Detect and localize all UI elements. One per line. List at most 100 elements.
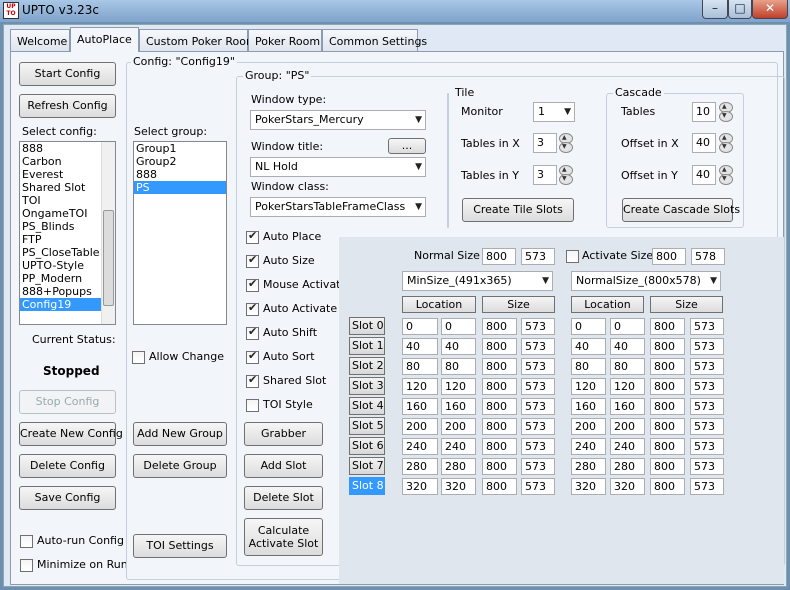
slot-ly-input[interactable]: 120 bbox=[441, 378, 476, 395]
slot-aly-input[interactable]: 160 bbox=[610, 398, 645, 415]
save-config-button[interactable]: Save Config bbox=[19, 486, 116, 510]
config-list-item[interactable]: FTP bbox=[20, 233, 101, 246]
slot-alx-input[interactable]: 120 bbox=[571, 378, 606, 395]
config-list-item[interactable]: TOI bbox=[20, 194, 101, 207]
slot-label[interactable]: Slot 1 bbox=[349, 337, 385, 355]
add-group-button[interactable]: Add New Group bbox=[133, 422, 227, 446]
group-list-item[interactable]: 888 bbox=[134, 168, 226, 181]
config-list-item[interactable]: Carbon bbox=[20, 155, 101, 168]
slot-ah-input[interactable]: 573 bbox=[690, 338, 724, 355]
group-list[interactable]: Group1 Group2 888 PS bbox=[133, 141, 227, 325]
slot-h-input[interactable]: 573 bbox=[521, 458, 555, 475]
delete-slot-button[interactable]: Delete Slot bbox=[244, 486, 323, 510]
slot-h-input[interactable]: 573 bbox=[521, 338, 555, 355]
minimize-button[interactable]: – bbox=[702, 0, 728, 19]
slot-aly-input[interactable]: 240 bbox=[610, 438, 645, 455]
slot-lx-input[interactable]: 240 bbox=[402, 438, 438, 455]
cascade-tables-input[interactable]: 10 bbox=[692, 102, 716, 122]
slot-ly-input[interactable]: 280 bbox=[441, 458, 476, 475]
option-checkbox[interactable] bbox=[246, 301, 259, 316]
window-type-select[interactable]: PokerStars_Mercury ▼ bbox=[250, 110, 426, 130]
slot-h-input[interactable]: 573 bbox=[521, 358, 555, 375]
slot-aly-input[interactable]: 40 bbox=[610, 338, 645, 355]
slot-w-input[interactable]: 800 bbox=[482, 418, 517, 435]
option-checkbox[interactable] bbox=[246, 325, 259, 340]
slot-alx-input[interactable]: 160 bbox=[571, 398, 606, 415]
slot-ah-input[interactable]: 573 bbox=[690, 358, 724, 375]
refresh-config-button[interactable]: Refresh Config bbox=[19, 94, 116, 118]
slot-ah-input[interactable]: 573 bbox=[690, 438, 724, 455]
option-checkbox[interactable] bbox=[246, 229, 259, 244]
slot-ly-input[interactable]: 240 bbox=[441, 438, 476, 455]
slot-lx-input[interactable]: 40 bbox=[402, 338, 438, 355]
slot-w-input[interactable]: 800 bbox=[482, 378, 517, 395]
option-checkbox[interactable] bbox=[246, 277, 259, 292]
delete-config-button[interactable]: Delete Config bbox=[19, 454, 116, 478]
slot-ly-input[interactable]: 0 bbox=[441, 318, 476, 335]
config-list-item[interactable]: Config19 bbox=[20, 298, 101, 311]
tables-in-y-spinner[interactable]: ▲ ▼ bbox=[558, 165, 573, 185]
tab-common-settings[interactable]: Common Settings bbox=[322, 29, 427, 51]
slot-h-input[interactable]: 573 bbox=[521, 378, 555, 395]
slot-label[interactable]: Slot 5 bbox=[349, 417, 385, 435]
group-list-item[interactable]: PS bbox=[134, 181, 226, 194]
slot-w-input[interactable]: 800 bbox=[482, 438, 517, 455]
slot-ly-input[interactable]: 320 bbox=[441, 478, 476, 495]
slot-label[interactable]: Slot 4 bbox=[349, 397, 385, 415]
slot-alx-input[interactable]: 40 bbox=[571, 338, 606, 355]
slot-label[interactable]: Slot 0 bbox=[349, 317, 385, 335]
minimize-on-run-checkbox[interactable] bbox=[20, 559, 33, 572]
delete-group-button[interactable]: Delete Group bbox=[133, 454, 227, 478]
create-cascade-slots-button[interactable]: Create Cascade Slots bbox=[622, 198, 740, 222]
slot-alx-input[interactable]: 0 bbox=[571, 318, 606, 335]
tab-custom-poker-room[interactable]: Custom Poker Room bbox=[139, 29, 257, 51]
slot-aw-input[interactable]: 800 bbox=[650, 338, 685, 355]
slot-alx-input[interactable]: 280 bbox=[571, 458, 606, 475]
normal-height-input[interactable]: 573 bbox=[521, 248, 555, 265]
config-list-scrollbar[interactable] bbox=[101, 142, 115, 324]
slot-ly-input[interactable]: 200 bbox=[441, 418, 476, 435]
monitor-select[interactable]: 1 ▼ bbox=[533, 102, 575, 122]
slot-label[interactable]: Slot 8 bbox=[349, 477, 385, 495]
group-list-item[interactable]: Group2 bbox=[134, 155, 226, 168]
slot-aly-input[interactable]: 320 bbox=[610, 478, 645, 495]
slot-aw-input[interactable]: 800 bbox=[650, 378, 685, 395]
slot-lx-input[interactable]: 0 bbox=[402, 318, 438, 335]
slot-w-input[interactable]: 800 bbox=[482, 338, 517, 355]
slot-aly-input[interactable]: 0 bbox=[610, 318, 645, 335]
tab-welcome[interactable]: Welcome bbox=[10, 29, 70, 51]
calculate-activate-slot-button[interactable]: Calculate Activate Slot bbox=[244, 518, 323, 556]
allow-change-checkbox[interactable] bbox=[132, 351, 145, 364]
slot-alx-input[interactable]: 320 bbox=[571, 478, 606, 495]
slot-h-input[interactable]: 573 bbox=[521, 318, 555, 335]
toi-settings-button[interactable]: TOI Settings bbox=[133, 534, 227, 558]
normal-width-input[interactable]: 800 bbox=[482, 248, 516, 265]
slot-aw-input[interactable]: 800 bbox=[650, 318, 685, 335]
slot-label[interactable]: Slot 6 bbox=[349, 437, 385, 455]
slot-lx-input[interactable]: 280 bbox=[402, 458, 438, 475]
config-list[interactable]: 888 Carbon Everest Shared Slot TOI OngameTOI P… bbox=[19, 141, 116, 325]
slot-aw-input[interactable]: 800 bbox=[650, 398, 685, 415]
cascade-tables-spinner[interactable]: ▲ ▼ bbox=[718, 102, 733, 122]
grabber-button[interactable]: Grabber bbox=[244, 422, 323, 446]
tables-in-y-input[interactable]: 3 bbox=[533, 165, 557, 185]
slot-alx-input[interactable]: 240 bbox=[571, 438, 606, 455]
auto-run-checkbox[interactable] bbox=[20, 535, 33, 548]
offset-y-input[interactable]: 40 bbox=[692, 165, 716, 185]
config-list-item[interactable]: 888+Popups bbox=[20, 285, 101, 298]
slot-lx-input[interactable]: 320 bbox=[402, 478, 438, 495]
slot-ah-input[interactable]: 573 bbox=[690, 378, 724, 395]
slot-lx-input[interactable]: 200 bbox=[402, 418, 438, 435]
slot-lx-input[interactable]: 160 bbox=[402, 398, 438, 415]
option-checkbox[interactable] bbox=[246, 399, 259, 412]
group-list-item[interactable]: Group1 bbox=[134, 142, 226, 155]
close-button[interactable]: ✕ bbox=[752, 0, 788, 19]
slot-ah-input[interactable]: 573 bbox=[690, 398, 724, 415]
slot-aw-input[interactable]: 800 bbox=[650, 478, 685, 495]
start-config-button[interactable]: Start Config bbox=[19, 62, 116, 86]
slot-aw-input[interactable]: 800 bbox=[650, 418, 685, 435]
slot-ah-input[interactable]: 573 bbox=[690, 478, 724, 495]
activate-height-input[interactable]: 578 bbox=[691, 248, 725, 265]
min-size-select[interactable]: MinSize_(491x365) ▼ bbox=[402, 271, 553, 291]
stop-config-button[interactable]: Stop Config bbox=[19, 390, 116, 414]
